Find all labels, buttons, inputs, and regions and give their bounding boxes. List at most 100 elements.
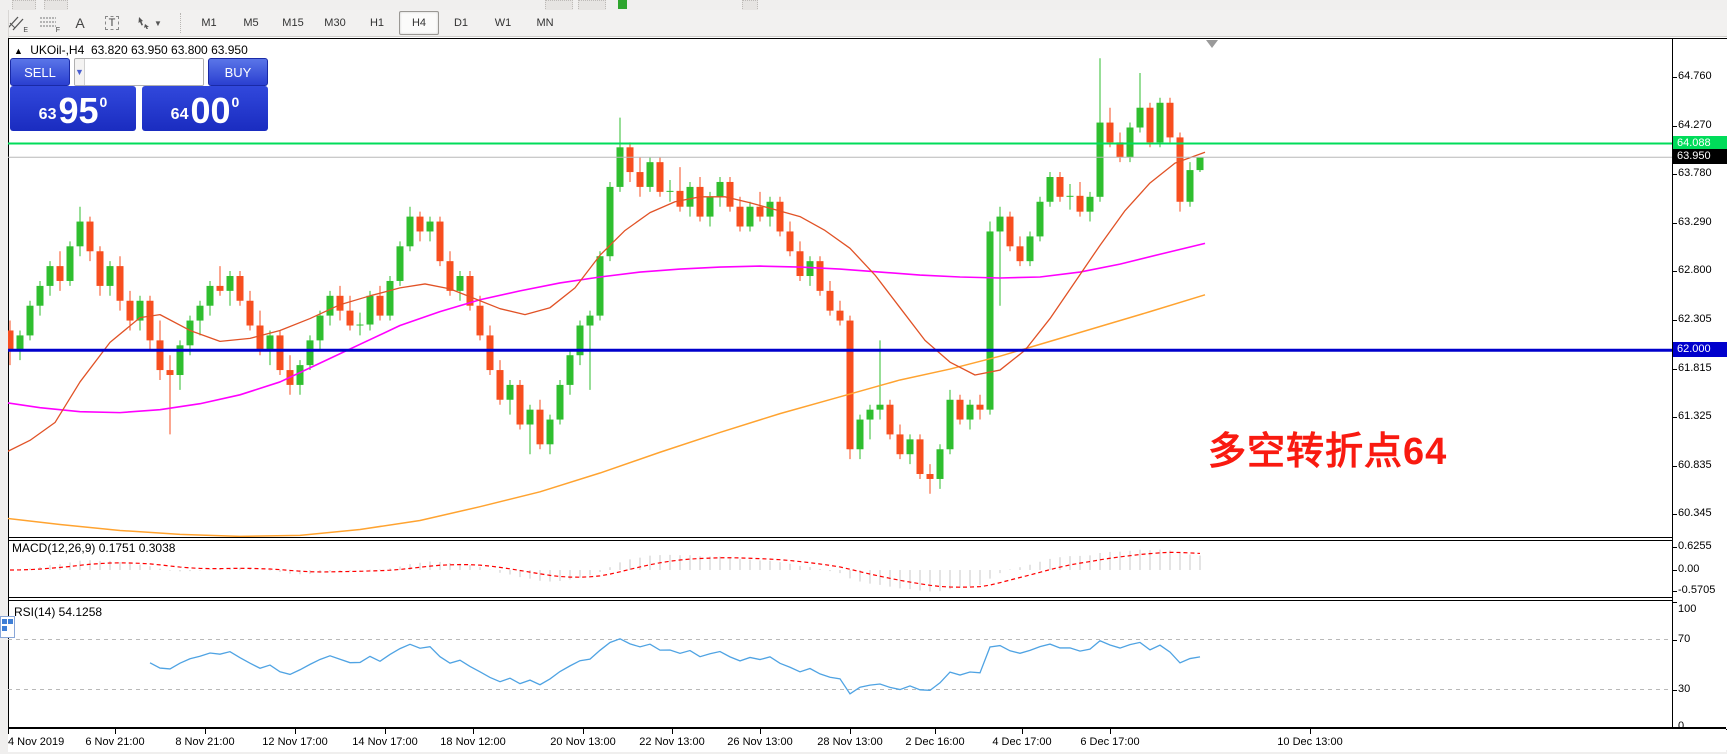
price-axis-label: 61.815 [1678, 362, 1712, 374]
macd-tick [1672, 547, 1677, 548]
buy-price-small: 64 [171, 106, 189, 124]
time-axis-label: 28 Nov 13:00 [817, 736, 882, 748]
timeframe-button-h4[interactable]: H4 [399, 11, 439, 35]
rsi-axis-label: 70 [1678, 633, 1690, 645]
volume-control: ▼ ▲ [74, 58, 204, 86]
time-axis-label: 18 Nov 12:00 [440, 736, 505, 748]
time-axis-label: 8 Nov 21:00 [175, 736, 234, 748]
main-macd-separator[interactable] [8, 537, 1672, 538]
text-label-tool-icon[interactable]: T [98, 11, 126, 35]
sell-price-display[interactable]: 63950 [10, 86, 136, 131]
chart-shift-marker-icon[interactable] [1206, 40, 1218, 48]
timeframe-button-m1[interactable]: M1 [189, 11, 229, 35]
main-macd-separator-2[interactable] [8, 540, 1672, 541]
price-axis-label: 62.305 [1678, 313, 1712, 325]
time-axis-label: 20 Nov 13:00 [550, 736, 615, 748]
time-tick [1022, 729, 1023, 734]
price-axis-label: 64.760 [1678, 70, 1712, 82]
time-axis-label: 6 Nov 21:00 [85, 736, 144, 748]
timeframe-button-w1[interactable]: W1 [483, 11, 523, 35]
rsi-tick [1672, 690, 1677, 691]
chart-toolbar: E F A T ▼ M1M5M15M30H1H4D1W1MN [0, 10, 1727, 37]
rsi-indicator-pane[interactable] [8, 602, 1672, 727]
cutoff-green-icon[interactable] [618, 0, 627, 9]
docked-window-icon[interactable] [0, 616, 15, 638]
time-axis-label: 22 Nov 13:00 [639, 736, 704, 748]
rsi-label: RSI(14) 54.1258 [14, 605, 102, 619]
buy-price-big: 00 [190, 94, 230, 128]
time-axis-label: 10 Dec 13:00 [1277, 736, 1342, 748]
sell-price-small: 63 [39, 106, 57, 124]
price-axis-label: 62.800 [1678, 264, 1712, 276]
time-tick [295, 729, 296, 734]
buy-price-display[interactable]: 64000 [142, 86, 268, 131]
macd-indicator-pane[interactable] [8, 540, 1672, 597]
price-axis-label: 63.780 [1678, 167, 1712, 179]
timeframe-button-m15[interactable]: M15 [273, 11, 313, 35]
time-tick [385, 729, 386, 734]
timeframe-button-h1[interactable]: H1 [357, 11, 397, 35]
price-tick [1672, 369, 1677, 370]
time-axis-label: 4 Dec 17:00 [992, 736, 1051, 748]
price-tick [1672, 466, 1677, 467]
buy-button[interactable]: BUY [208, 58, 268, 86]
trading-platform-window: E F A T ▼ M1M5M15M30H1H4D1W1MN [0, 0, 1727, 754]
rsi-tick [1672, 727, 1677, 728]
volume-decrease-button[interactable]: ▼ [75, 59, 85, 85]
collapse-triangle-icon[interactable]: ▲ [14, 46, 23, 56]
chart-symbol-title: ▲ UKOil-,H4 63.820 63.950 63.800 63.950 [14, 43, 248, 57]
macd-tick [1672, 591, 1677, 592]
rsi-axis-label: 100 [1678, 603, 1696, 615]
timeframe-button-d1[interactable]: D1 [441, 11, 481, 35]
time-axis[interactable]: 4 Nov 2019 6 Nov 21:00 8 Nov 21:00 12 Nov 1… [8, 727, 1726, 752]
macd-axis-label: 0.00 [1678, 563, 1699, 575]
time-tick [8, 729, 9, 734]
price-axis-label: 60.835 [1678, 459, 1712, 471]
time-tick [850, 729, 851, 734]
arrows-glyph [136, 16, 152, 30]
price-axis-label: 61.325 [1678, 410, 1712, 422]
time-tick [1310, 729, 1311, 734]
volume-input[interactable] [85, 59, 204, 85]
time-tick [672, 729, 673, 734]
price-axis-label: 64.270 [1678, 119, 1712, 131]
timeframe-button-m30[interactable]: M30 [315, 11, 355, 35]
macd-tick [1672, 570, 1677, 571]
timeframe-bar: M1M5M15M30H1H4D1W1MN [188, 11, 566, 35]
rsi-tick [1672, 602, 1677, 603]
timeframe-button-mn[interactable]: MN [525, 11, 565, 35]
time-axis-label: 26 Nov 13:00 [727, 736, 792, 748]
dropdown-arrow-icon: ▼ [154, 19, 162, 28]
macd-label: MACD(12,26,9) 0.1751 0.3038 [12, 541, 175, 555]
macd-axis-label: 0.6255 [1678, 540, 1712, 552]
time-axis-label: 4 Nov 2019 [8, 736, 64, 748]
one-click-trade-panel: SELL ▼ ▲ BUY 63950 64000 [10, 58, 268, 131]
sell-button[interactable]: SELL [10, 58, 70, 86]
boxed-t-glyph: T [105, 16, 120, 30]
price-tick [1672, 417, 1677, 418]
macd-rsi-separator-2[interactable] [8, 600, 1672, 601]
arrows-tool-icon[interactable]: ▼ [130, 11, 168, 35]
time-tick [935, 729, 936, 734]
time-axis-label: 2 Dec 16:00 [905, 736, 964, 748]
macd-rsi-separator[interactable] [8, 597, 1672, 598]
sell-price-big: 95 [58, 94, 98, 128]
price-level-badge: 62.000 [1673, 342, 1727, 357]
toolbar-separator [180, 13, 182, 33]
price-tick [1672, 77, 1677, 78]
price-tick [1672, 320, 1677, 321]
text-tool-icon[interactable]: A [66, 11, 94, 35]
buy-price-sup: 0 [232, 94, 240, 110]
rsi-axis-label: 0 [1678, 720, 1684, 732]
fibo-grid-tool-icon[interactable]: F [34, 11, 62, 35]
price-tick [1672, 126, 1677, 127]
rsi-axis-label: 30 [1678, 683, 1690, 695]
time-tick [1110, 729, 1111, 734]
sell-price-sup: 0 [100, 94, 108, 110]
ohlc-readout: 63.820 63.950 63.800 63.950 [91, 43, 248, 57]
symbol-name: UKOil-,H4 [30, 43, 84, 57]
timeframe-button-m5[interactable]: M5 [231, 11, 271, 35]
time-tick [205, 729, 206, 734]
price-tick [1672, 174, 1677, 175]
time-axis-label: 12 Nov 17:00 [262, 736, 327, 748]
